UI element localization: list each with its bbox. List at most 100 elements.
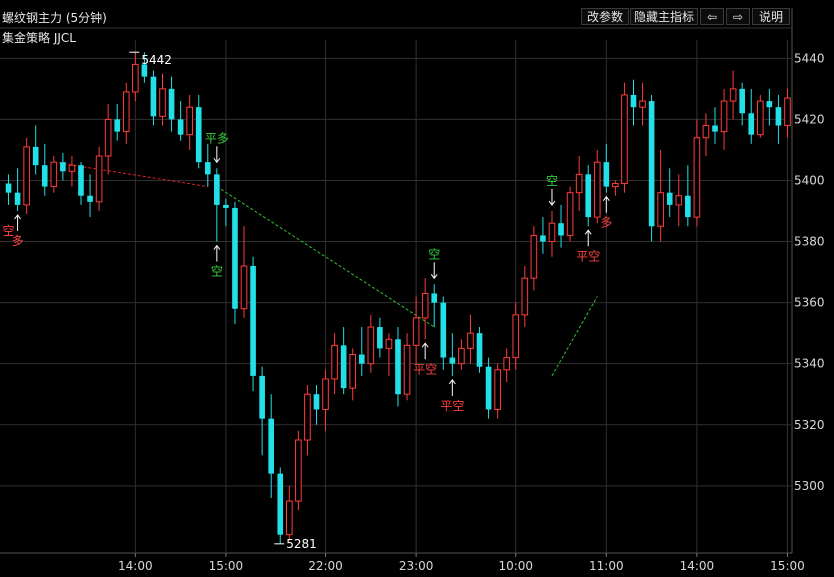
candle: [277, 467, 284, 544]
candle-body: [331, 344, 338, 380]
candle-body: [666, 192, 673, 205]
candle-body: [104, 118, 112, 157]
candle-body: [122, 91, 130, 133]
candle: [23, 137, 30, 215]
candle-body: [232, 207, 238, 309]
candle: [494, 363, 501, 419]
candle-body: [87, 195, 93, 202]
y-tick-label: 5400: [794, 173, 825, 187]
candle-body: [195, 107, 202, 163]
candle-body: [440, 302, 447, 358]
candle: [784, 88, 791, 138]
candle-body: [349, 354, 357, 389]
candle-body: [494, 369, 501, 410]
candle-body: [268, 418, 275, 474]
x-tick-label: 11:00: [589, 559, 624, 573]
candle: [60, 152, 66, 181]
signal-exit_long: 平多: [205, 131, 229, 164]
candle: [214, 168, 220, 242]
candle-body: [223, 204, 229, 208]
candle: [259, 366, 265, 456]
candle-body: [739, 88, 745, 114]
candle: [575, 156, 583, 211]
candle-body: [322, 378, 329, 410]
candle: [385, 333, 393, 376]
candle: [232, 201, 238, 324]
candlestick-chart: 多空平多空空平空平空空平空多 54425281 5300532053405360…: [0, 8, 825, 573]
candle: [712, 107, 718, 144]
candle: [593, 149, 601, 224]
candle-body: [313, 394, 320, 410]
signal-label: 空: [211, 265, 223, 279]
candle: [540, 217, 546, 254]
candle: [467, 314, 474, 364]
candle: [114, 104, 121, 141]
candle: [756, 94, 764, 138]
candle: [585, 165, 592, 227]
candle: [313, 385, 320, 425]
candle-body: [250, 265, 256, 376]
candle-body: [367, 326, 375, 365]
candle-body: [340, 345, 347, 389]
candle: [78, 162, 84, 205]
candle: [566, 186, 574, 242]
candle-body: [114, 119, 121, 132]
x-axis: 14:00 15:00 22:00 23:00 10:00 11:00 14:00 15:00: [118, 553, 805, 573]
candles: [5, 52, 791, 544]
candle-body: [395, 339, 401, 395]
candle: [32, 125, 39, 175]
candle: [458, 339, 465, 370]
candle: [104, 104, 112, 175]
candle: [177, 101, 184, 141]
x-tick-label: 14:00: [118, 559, 153, 573]
candle-body: [23, 146, 30, 206]
candle: [440, 296, 447, 370]
candle-body: [476, 333, 483, 367]
candle: [304, 385, 311, 456]
candle-body: [240, 265, 248, 310]
candle: [150, 70, 157, 126]
candle-body: [449, 357, 456, 364]
candle: [340, 327, 347, 395]
candle-body: [95, 155, 103, 203]
candle: [603, 143, 610, 193]
candle-body: [512, 314, 520, 359]
candle: [485, 357, 492, 419]
candle: [223, 198, 229, 227]
candle-body: [548, 222, 556, 243]
candle-body: [639, 100, 646, 108]
signal-short: 空: [546, 174, 558, 206]
candle: [14, 168, 21, 211]
candle-body: [566, 192, 574, 236]
candle-body: [32, 146, 39, 166]
x-tick-label: 10:00: [498, 559, 533, 573]
candle: [720, 88, 728, 150]
candle: [240, 226, 248, 318]
candle: [403, 333, 411, 401]
candle-body: [78, 165, 84, 196]
candle: [50, 156, 58, 193]
y-axis: 5300 5320 5340 5360 5380 5400 5420 5440: [794, 51, 825, 493]
candle: [666, 168, 673, 218]
candle-body: [14, 192, 21, 205]
candle: [431, 284, 438, 328]
x-tick-label: 14:00: [680, 559, 715, 573]
signal-label: 平空: [413, 362, 437, 376]
candle-body: [403, 344, 411, 395]
x-tick-label: 23:00: [399, 559, 434, 573]
y-tick-label: 5300: [794, 479, 825, 493]
candle-body: [657, 192, 664, 227]
signal-label: 多: [600, 216, 612, 230]
candle-body: [458, 347, 465, 365]
candle-body: [593, 161, 601, 218]
candle: [766, 88, 773, 126]
signal-label: 空: [546, 174, 558, 188]
candle-body: [720, 100, 728, 133]
candle: [186, 94, 193, 150]
candle: [358, 327, 365, 376]
y-tick-label: 5320: [794, 418, 825, 432]
candle: [367, 314, 375, 373]
candle-body: [685, 195, 691, 218]
candle: [41, 143, 48, 196]
candle: [648, 94, 655, 242]
